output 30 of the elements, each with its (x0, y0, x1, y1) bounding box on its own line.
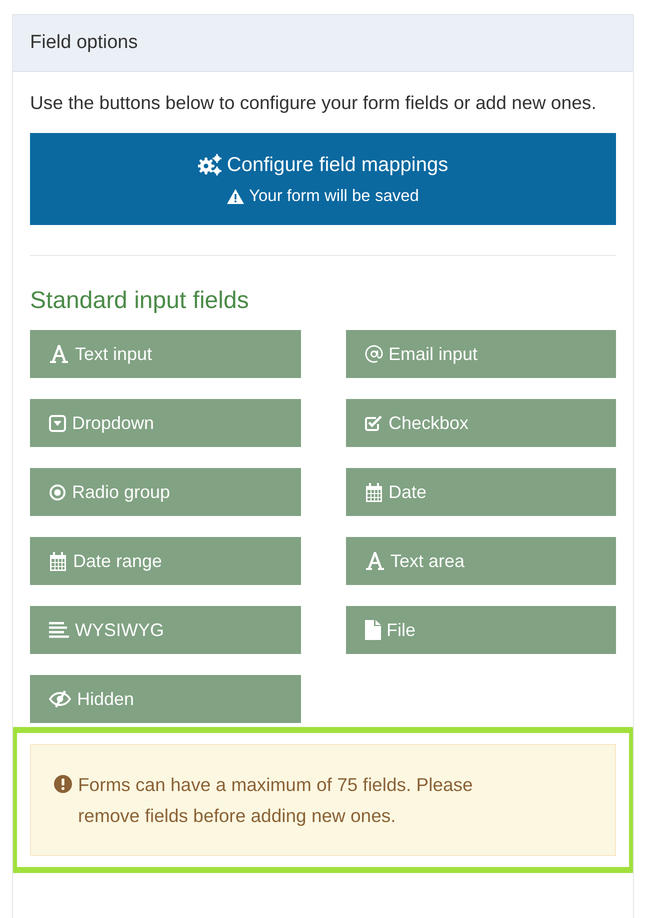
field-button[interactable]: File (346, 606, 616, 654)
field-button[interactable]: Radio group (30, 468, 300, 516)
dropdown-icon (49, 414, 66, 432)
alert-text: Forms can have a maximum of 75 fields. Please remove fields before adding new ones. (78, 773, 474, 828)
intro-text: Use the buttons below to configure your form fields or add new ones. (30, 91, 598, 115)
field-button[interactable]: Text area (346, 537, 616, 585)
field-button[interactable]: Text input (30, 330, 300, 378)
file-icon (364, 620, 380, 640)
field-button[interactable]: Dropdown (30, 399, 300, 447)
section-heading: Standard input fields (30, 286, 250, 316)
exclamation-icon (54, 775, 72, 793)
field-button[interactable]: Checkbox (346, 399, 616, 447)
calendar-icon (49, 552, 67, 570)
field-button[interactable]: Hidden (30, 675, 300, 723)
calendar-icon (364, 482, 382, 502)
text-lines-icon (49, 622, 69, 638)
text-icon (364, 552, 384, 570)
field-button[interactable]: Date (346, 468, 616, 516)
configure-button[interactable]: Configure field mappings Your form will be saved (30, 133, 616, 225)
gears-icon (198, 154, 222, 176)
radio-icon (49, 484, 66, 500)
field-button[interactable]: WYSIWYG (30, 606, 300, 654)
field-button[interactable]: Email input (346, 330, 616, 378)
text-icon (49, 345, 69, 363)
panel-title: Field options (13, 15, 633, 72)
field-button[interactable]: Date range (30, 537, 300, 585)
checkbox-icon (364, 414, 382, 432)
eye-slash-icon (49, 690, 71, 708)
warning-icon (227, 188, 244, 204)
at-sign-icon (364, 345, 382, 363)
